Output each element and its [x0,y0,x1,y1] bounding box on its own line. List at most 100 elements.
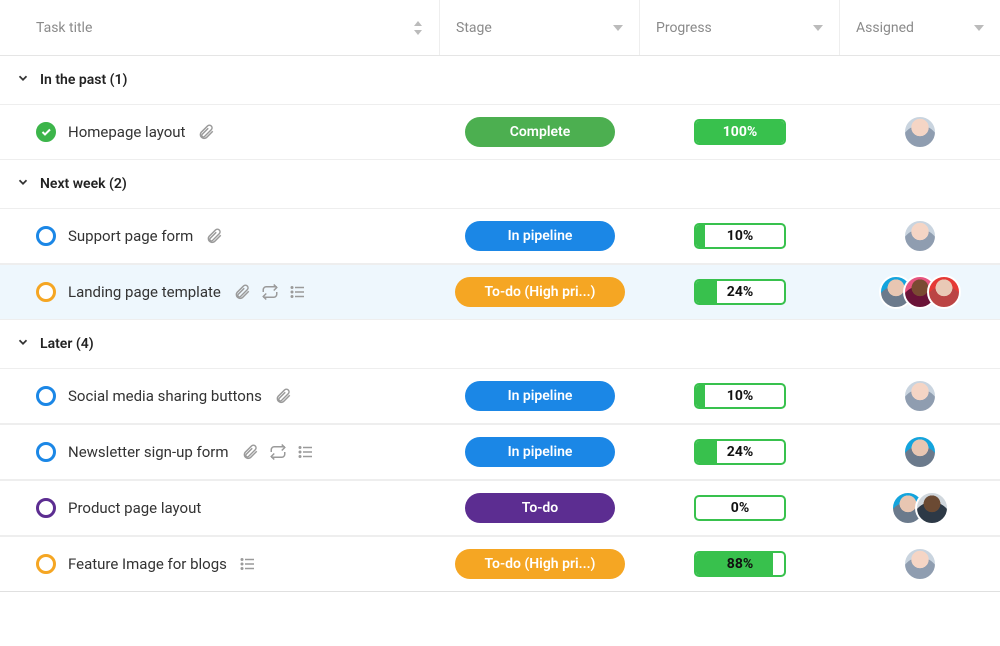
stage-cell[interactable]: To-do (High pri...) [440,265,640,319]
progress-label: 10% [696,225,784,247]
assigned-cell[interactable] [840,209,1000,263]
task-row[interactable]: Homepage layout Complete 100% [0,104,1000,160]
task-row[interactable]: Support page form In pipeline 10% [0,208,1000,264]
status-circle-icon[interactable] [36,226,56,246]
task-meta-icons [239,555,257,573]
group-header[interactable]: In the past (1) [0,56,1000,104]
avatar[interactable] [903,219,937,253]
attachment-icon [241,443,259,461]
stage-cell[interactable]: To-do (High pri...) [440,537,640,591]
progress-bar[interactable]: 10% [694,383,786,409]
group-header[interactable]: Later (4) [0,320,1000,368]
status-circle-icon[interactable] [36,282,56,302]
task-name[interactable]: Support page form [68,227,193,245]
progress-bar[interactable]: 88% [694,551,786,577]
assigned-cell[interactable] [840,537,1000,591]
stage-pill[interactable]: To-do [465,493,615,523]
avatar-stack[interactable] [903,547,937,581]
stage-pill[interactable]: To-do (High pri...) [455,549,626,579]
status-circle-icon[interactable] [36,442,56,462]
progress-bar[interactable]: 24% [694,439,786,465]
progress-bar[interactable]: 24% [694,279,786,305]
stage-cell[interactable]: In pipeline [440,369,640,423]
stage-cell[interactable]: To-do [440,481,640,535]
task-meta-icons [274,387,292,405]
progress-cell[interactable]: 10% [640,369,840,423]
attachment-icon [205,227,223,245]
stage-cell[interactable]: Complete [440,105,640,159]
progress-cell[interactable]: 100% [640,105,840,159]
assigned-cell[interactable] [840,265,1000,319]
status-circle-icon[interactable] [36,554,56,574]
progress-bar[interactable]: 100% [694,119,786,145]
task-row[interactable]: Feature Image for blogs To-do (High pri..… [0,536,1000,592]
task-title-cell[interactable]: Support page form [0,209,440,263]
task-row[interactable]: Landing page template To-do (High pri...)… [0,264,1000,320]
progress-bar[interactable]: 0% [694,495,786,521]
status-circle-icon[interactable] [36,498,56,518]
chevron-down-icon[interactable] [613,25,623,31]
progress-cell[interactable]: 88% [640,537,840,591]
task-title-cell[interactable]: Newsletter sign-up form [0,425,440,479]
assigned-cell[interactable] [840,105,1000,159]
avatar[interactable] [903,435,937,469]
avatar-stack[interactable] [903,435,937,469]
task-row[interactable]: Product page layout To-do 0% [0,480,1000,536]
progress-cell[interactable]: 0% [640,481,840,535]
avatar-stack[interactable] [903,379,937,413]
task-title-cell[interactable]: Product page layout [0,481,440,535]
chevron-down-icon[interactable] [813,25,823,31]
column-header-title[interactable]: Task title [0,0,440,55]
avatar-stack[interactable] [879,275,961,309]
progress-bar[interactable]: 10% [694,223,786,249]
stage-pill[interactable]: In pipeline [465,437,615,467]
column-header-stage[interactable]: Stage [440,0,640,55]
avatar[interactable] [927,275,961,309]
progress-cell[interactable]: 24% [640,425,840,479]
task-name[interactable]: Newsletter sign-up form [68,443,229,461]
group-header[interactable]: Next week (2) [0,160,1000,208]
task-title-cell[interactable]: Feature Image for blogs [0,537,440,591]
task-meta-icons [241,443,315,461]
avatar-stack[interactable] [891,491,949,525]
chevron-down-icon [16,71,30,89]
task-title-cell[interactable]: Landing page template [0,265,440,319]
status-circle-icon[interactable] [36,386,56,406]
avatar[interactable] [903,547,937,581]
stage-cell[interactable]: In pipeline [440,209,640,263]
list-icon [239,555,257,573]
column-header-progress[interactable]: Progress [640,0,840,55]
task-title-cell[interactable]: Homepage layout [0,105,440,159]
column-header-assigned[interactable]: Assigned [840,0,1000,55]
chevron-down-icon[interactable] [974,25,984,31]
task-row[interactable]: Newsletter sign-up form In pipeline 24% [0,424,1000,480]
progress-cell[interactable]: 10% [640,209,840,263]
avatar[interactable] [915,491,949,525]
avatar[interactable] [903,379,937,413]
assigned-cell[interactable] [840,425,1000,479]
check-circle-icon[interactable] [36,122,56,142]
attachment-icon [274,387,292,405]
assigned-cell[interactable] [840,481,1000,535]
sort-icon[interactable] [413,21,423,35]
stage-pill[interactable]: To-do (High pri...) [455,277,626,307]
stage-pill[interactable]: Complete [465,117,615,147]
avatar-stack[interactable] [903,115,937,149]
task-name[interactable]: Landing page template [68,283,221,301]
avatar-stack[interactable] [903,219,937,253]
task-name[interactable]: Social media sharing buttons [68,387,262,405]
stage-pill[interactable]: In pipeline [465,221,615,251]
attachment-icon [197,123,215,141]
task-name[interactable]: Feature Image for blogs [68,555,227,573]
chevron-down-icon [16,175,30,193]
task-name[interactable]: Homepage layout [68,123,185,141]
avatar[interactable] [903,115,937,149]
assigned-cell[interactable] [840,369,1000,423]
stage-cell[interactable]: In pipeline [440,425,640,479]
stage-pill[interactable]: In pipeline [465,381,615,411]
task-title-cell[interactable]: Social media sharing buttons [0,369,440,423]
progress-cell[interactable]: 24% [640,265,840,319]
task-meta-icons [197,123,215,141]
task-row[interactable]: Social media sharing buttons In pipeline 1… [0,368,1000,424]
task-name[interactable]: Product page layout [68,499,201,517]
